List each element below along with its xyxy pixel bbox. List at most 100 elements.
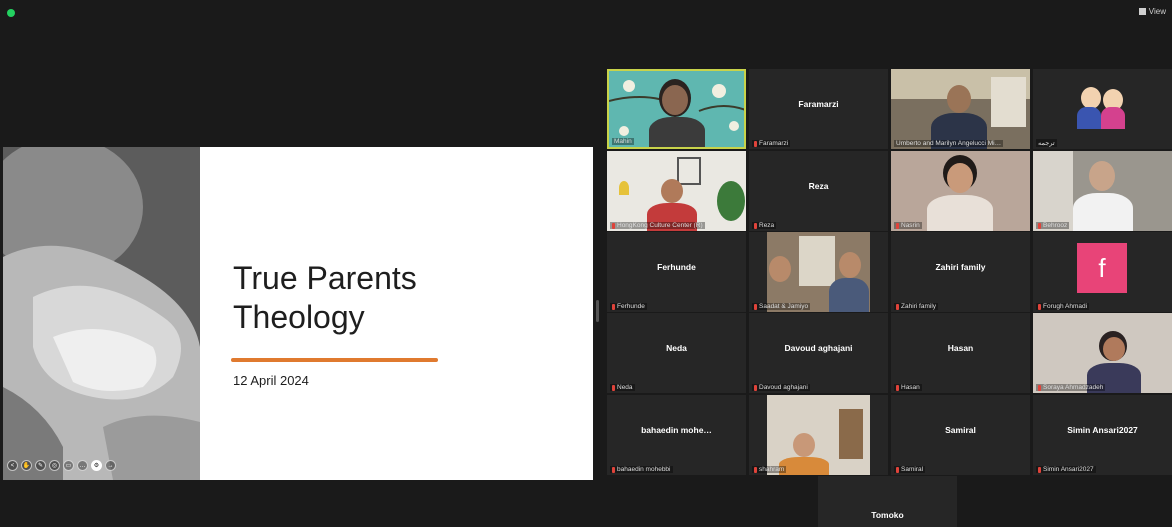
participant-name: Zahiri family — [901, 303, 937, 310]
participant-display-name: Reza — [808, 181, 829, 191]
participant-tile[interactable]: f Forugh Ahmadi — [1033, 232, 1172, 312]
participant-tile[interactable]: Mahin — [607, 69, 746, 149]
participant-tile[interactable]: Neda Neda — [607, 313, 746, 393]
muted-mic-icon — [1038, 303, 1041, 310]
participant-video — [749, 395, 888, 475]
participant-avatar — [1033, 69, 1172, 149]
panel-resize-handle[interactable] — [596, 300, 599, 322]
muted-mic-icon — [612, 384, 615, 391]
participant-video — [1033, 151, 1172, 231]
participant-video — [891, 151, 1030, 231]
participant-display-name: Faramarzi — [798, 99, 839, 109]
participant-name: ترجمه — [1038, 140, 1055, 147]
participant-display-name: Neda — [666, 343, 687, 353]
muted-mic-icon — [754, 466, 757, 473]
participant-tile[interactable]: bahaedin mohe… bahaedin mohebbi — [607, 395, 746, 475]
pen-tool-icon[interactable]: ✎ — [35, 460, 46, 471]
muted-mic-icon — [896, 466, 899, 473]
participant-video — [607, 151, 746, 231]
next-slide-icon[interactable]: → — [105, 460, 116, 471]
slide-title: True Parents Theology — [233, 260, 417, 335]
participant-name: Nasrin — [901, 222, 920, 229]
presentation-controls: < ✋ ✎ ◎ ▭ … ⚙ → — [7, 460, 116, 471]
participant-name: Samiral — [901, 466, 924, 473]
participant-name: Neda — [617, 384, 633, 391]
participant-tile[interactable]: shahram — [749, 395, 888, 475]
participant-name: Forugh Ahmadi — [1043, 303, 1088, 310]
participant-display-name: Samiral — [945, 425, 976, 435]
muted-mic-icon — [1038, 222, 1041, 229]
participant-tile[interactable]: HongKong Culture Center (R) — [607, 151, 746, 231]
participant-tile[interactable]: Tomoko — [818, 476, 957, 527]
muted-mic-icon — [612, 303, 615, 310]
muted-mic-icon — [896, 303, 899, 310]
participant-name: Reza — [759, 222, 775, 229]
muted-mic-icon — [754, 222, 757, 229]
participant-name: Umberto and Marilyn Angelucci Mi… — [896, 140, 1002, 147]
shared-screen: True Parents Theology 12 April 2024 < ✋ … — [0, 147, 594, 480]
participant-name: Ferhunde — [617, 303, 645, 310]
participant-tile[interactable]: Samiral Samiral — [891, 395, 1030, 475]
participant-tile[interactable]: Davoud aghajani Davoud aghajani — [749, 313, 888, 393]
participant-tile[interactable]: Ferhunde Ferhunde — [607, 232, 746, 312]
participant-tile[interactable]: Saadat & Jamiyo — [749, 232, 888, 312]
presentation-slide: True Parents Theology 12 April 2024 < ✋ … — [3, 147, 593, 480]
hands-photo — [3, 147, 200, 480]
participant-tile[interactable]: Umberto and Marilyn Angelucci Mi… — [891, 69, 1030, 149]
settings-icon[interactable]: ⚙ — [91, 460, 102, 471]
participant-name: shahram — [759, 466, 785, 473]
zoom-tool-icon[interactable]: ◎ — [49, 460, 60, 471]
participant-tile[interactable]: Reza Reza — [749, 151, 888, 231]
participant-name: Hasan — [901, 384, 920, 391]
muted-mic-icon — [896, 222, 899, 229]
participant-tile[interactable]: Nasrin — [891, 151, 1030, 231]
slide-title-underline — [231, 358, 438, 362]
participant-name: Soraya Ahmadzadeh — [1043, 384, 1104, 391]
participant-tile[interactable]: ترجمه — [1033, 69, 1172, 149]
participant-display-name: Davoud aghajani — [784, 343, 853, 353]
view-button[interactable]: View — [1138, 7, 1166, 16]
participant-tile[interactable]: Soraya Ahmadzadeh — [1033, 313, 1172, 393]
participant-display-name: Ferhunde — [657, 262, 696, 272]
muted-mic-icon — [612, 222, 615, 229]
participant-name: bahaedin mohebbi — [617, 466, 671, 473]
participant-tile[interactable]: Hasan Hasan — [891, 313, 1030, 393]
participant-video — [609, 71, 744, 147]
meeting-top-bar: View — [0, 0, 1172, 26]
grid-view-icon — [1138, 8, 1146, 15]
muted-mic-icon — [754, 384, 757, 391]
slide-date: 12 April 2024 — [233, 373, 309, 388]
hands-illustration — [3, 147, 200, 480]
participant-video — [891, 69, 1030, 149]
muted-mic-icon — [1038, 466, 1041, 473]
pointer-tool-icon[interactable]: ✋ — [21, 460, 32, 471]
muted-mic-icon — [754, 303, 757, 310]
subtitles-icon[interactable]: ▭ — [63, 460, 74, 471]
participant-name: HongKong Culture Center (R) — [617, 222, 703, 229]
participant-name: Simin Ansari2027 — [1043, 466, 1094, 473]
muted-mic-icon — [754, 140, 757, 147]
muted-mic-icon — [612, 466, 615, 473]
participant-name: Behrooz — [1043, 222, 1068, 229]
participant-tile[interactable]: Zahiri family Zahiri family — [891, 232, 1030, 312]
participant-name: Mahin — [614, 138, 632, 145]
participant-name: Saadat & Jamiyo — [759, 303, 809, 310]
participant-name: Faramarzi — [759, 140, 789, 147]
security-status-icon[interactable] — [7, 9, 15, 17]
participant-display-name: Zahiri family — [935, 262, 986, 272]
participant-display-name: Hasan — [947, 343, 974, 353]
participant-avatar: f — [1077, 243, 1127, 293]
more-options-icon[interactable]: … — [77, 460, 88, 471]
participant-tile[interactable]: Simin Ansari2027 Simin Ansari2027 — [1033, 395, 1172, 475]
participant-video — [1033, 313, 1172, 393]
participant-display-name: Tomoko — [871, 510, 904, 520]
previous-slide-icon[interactable]: < — [7, 460, 18, 471]
participant-tile[interactable]: Behrooz — [1033, 151, 1172, 231]
muted-mic-icon — [1038, 384, 1041, 391]
participant-video — [749, 232, 888, 312]
participant-tile[interactable]: Faramarzi Faramarzi — [749, 69, 888, 149]
muted-mic-icon — [896, 384, 899, 391]
participant-name: Davoud aghajani — [759, 384, 808, 391]
view-button-label: View — [1148, 7, 1166, 16]
participant-display-name: bahaedin mohe… — [641, 425, 712, 435]
